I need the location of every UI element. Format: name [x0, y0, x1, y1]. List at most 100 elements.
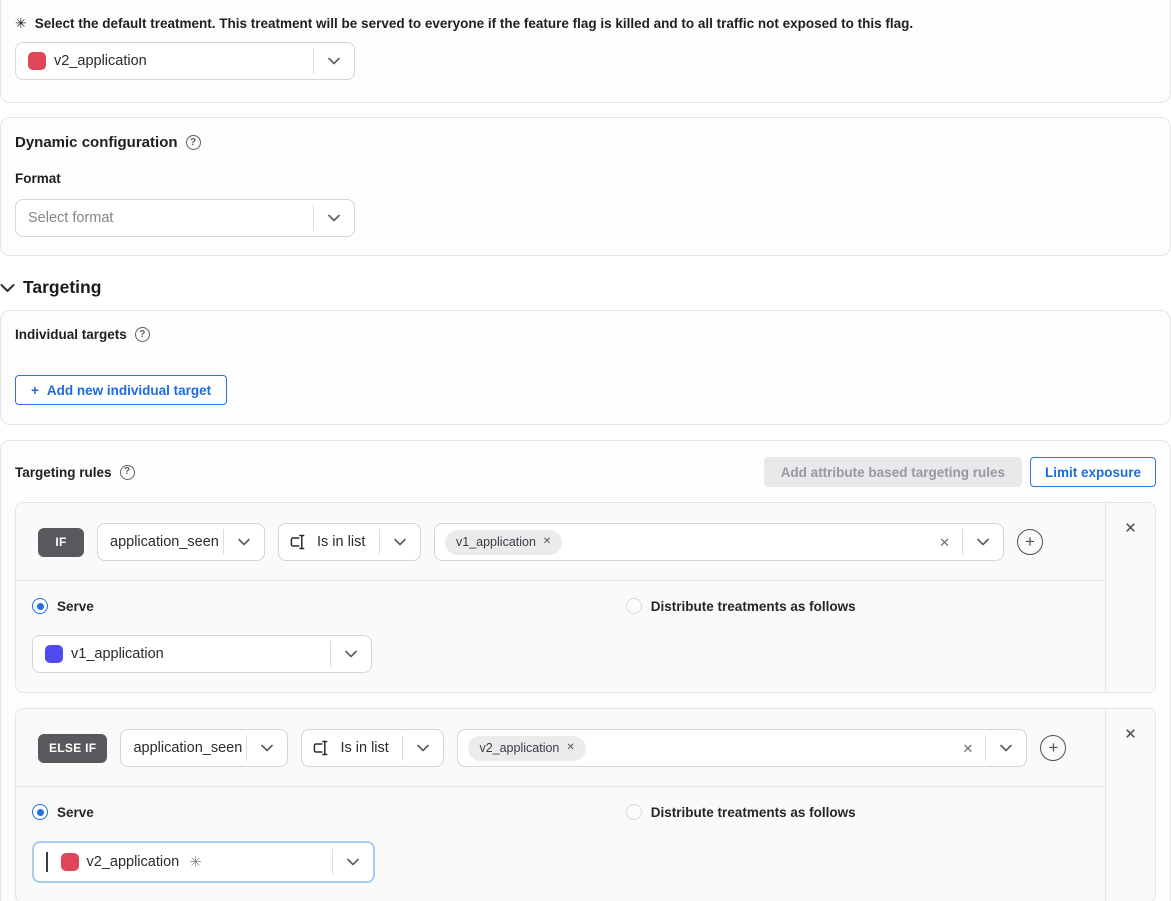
serve-treatment-value: v1_application — [45, 645, 330, 663]
serve-treatment-value: v2_application ✳ — [46, 852, 332, 872]
radio-unselected-icon[interactable] — [626, 598, 642, 614]
targeting-rules-header: Targeting rules ? Add attribute based ta… — [15, 457, 1156, 487]
value-list-input[interactable]: v1_application ✕ ✕ — [434, 523, 1004, 561]
condition-keyword-badge: ELSE IF — [38, 734, 107, 763]
default-treatment-text: v2_application — [54, 53, 147, 69]
clear-values-icon[interactable]: ✕ — [927, 536, 962, 549]
radio-selected-icon[interactable] — [32, 804, 48, 820]
matcher-dropdown[interactable]: Is in list — [278, 523, 421, 561]
serve-treatment-dropdown-focused[interactable]: v2_application ✳ — [32, 841, 375, 883]
help-icon[interactable]: ? — [120, 465, 135, 480]
rule-condition-row: ELSE IF application_seen — [16, 709, 1105, 787]
dropdown-controls — [223, 524, 264, 560]
plus-icon: + — [31, 383, 39, 398]
chevron-down-icon[interactable] — [247, 744, 287, 752]
value-chip: v2_application ✕ — [468, 736, 585, 761]
value-chip-text: v2_application — [479, 741, 559, 755]
rule-serve-area: Serve Distribute treatments as follows v… — [16, 581, 1105, 692]
default-treatment-dropdown[interactable]: v2_application — [15, 42, 355, 80]
clear-values-icon[interactable]: ✕ — [951, 742, 986, 755]
attribute-text: application_seen — [133, 740, 242, 756]
individual-targets-title: Individual targets — [15, 327, 127, 342]
rule-side-column: ✕ — [1105, 709, 1155, 901]
serve-treatment-text: v1_application — [71, 646, 164, 662]
distribute-radio-option[interactable]: Distribute treatments as follows — [626, 598, 856, 614]
serve-treatment-dropdown[interactable]: v1_application — [32, 635, 372, 673]
feature-flag-definition-page: ✳ Select the default treatment. This tre… — [0, 0, 1171, 901]
distribute-label: Distribute treatments as follows — [651, 805, 856, 820]
format-placeholder-text: Select format — [28, 210, 113, 226]
serve-options: Serve Distribute treatments as follows — [32, 804, 1105, 820]
add-condition-button[interactable]: + — [1040, 735, 1066, 761]
string-type-icon — [312, 738, 332, 758]
serve-radio-option[interactable]: Serve — [32, 804, 94, 820]
add-individual-target-label: Add new individual target — [47, 383, 211, 398]
rule-main: ELSE IF application_seen — [16, 709, 1105, 901]
serve-radio-option[interactable]: Serve — [32, 598, 94, 614]
delete-rule-icon[interactable]: ✕ — [1124, 727, 1137, 901]
default-treatment-marker-icon: ✳ — [189, 853, 202, 871]
format-dropdown[interactable]: Select format — [15, 199, 355, 237]
serve-label: Serve — [57, 805, 94, 820]
attribute-dropdown[interactable]: application_seen — [120, 729, 288, 767]
chevron-down-icon[interactable] — [403, 744, 443, 752]
distribute-label: Distribute treatments as follows — [651, 599, 856, 614]
add-individual-target-button[interactable]: + Add new individual target — [15, 375, 227, 405]
text-caret — [46, 852, 48, 872]
chevron-down-icon[interactable] — [314, 57, 354, 65]
radio-unselected-icon[interactable] — [626, 804, 642, 820]
chevron-down-icon[interactable] — [331, 650, 371, 658]
chevron-down-icon[interactable] — [224, 538, 264, 546]
dropdown-controls — [962, 524, 1003, 560]
chevron-down-icon[interactable] — [963, 538, 1003, 546]
help-icon[interactable]: ? — [186, 135, 201, 150]
attribute-value: application_seen — [110, 534, 223, 550]
help-icon[interactable]: ? — [135, 327, 150, 342]
matcher-dropdown[interactable]: Is in list — [301, 729, 444, 767]
condition-keyword-badge: IF — [38, 528, 84, 557]
default-treatment-description: Select the default treatment. This treat… — [35, 15, 913, 32]
treatment-color-swatch — [61, 853, 79, 871]
dynamic-configuration-title-row: Dynamic configuration ? — [15, 134, 1156, 151]
radio-selected-icon[interactable] — [32, 598, 48, 614]
dropdown-controls — [313, 43, 354, 79]
chevron-down-icon[interactable] — [986, 744, 1026, 752]
rule-serve-area: Serve Distribute treatments as follows v… — [16, 787, 1105, 901]
attribute-value: application_seen — [133, 740, 246, 756]
dropdown-controls — [313, 200, 354, 236]
targeting-section-header[interactable]: Targeting — [0, 277, 1171, 298]
rule-condition-row: IF application_seen — [16, 503, 1105, 581]
format-dropdown-value: Select format — [28, 210, 313, 226]
value-list-input[interactable]: v2_application ✕ ✕ — [457, 729, 1027, 767]
chevron-down-icon[interactable] — [380, 538, 420, 546]
dynamic-configuration-title: Dynamic configuration — [15, 134, 178, 151]
add-attribute-rules-button[interactable]: Add attribute based targeting rules — [764, 457, 1022, 487]
targeting-rules-actions: Add attribute based targeting rules Limi… — [764, 457, 1156, 487]
targeting-title: Targeting — [23, 277, 101, 298]
collapse-chevron-icon[interactable] — [0, 283, 15, 293]
targeting-rules-title-row: Targeting rules ? — [15, 465, 135, 480]
matcher-text: Is in list — [317, 534, 365, 550]
matcher-value: Is in list — [312, 738, 402, 758]
chevron-down-icon[interactable] — [314, 214, 354, 222]
rule-side-column: ✕ — [1105, 503, 1155, 692]
default-treatment-value: v2_application — [28, 52, 313, 70]
individual-targets-section: Individual targets ? + Add new individua… — [0, 310, 1171, 425]
attribute-text: application_seen — [110, 534, 219, 550]
attribute-dropdown[interactable]: application_seen — [97, 523, 265, 561]
rule-main: IF application_seen — [16, 503, 1105, 692]
chevron-down-icon[interactable] — [333, 858, 373, 866]
format-label: Format — [15, 171, 1156, 186]
default-treatment-asterisk-icon: ✳ — [15, 15, 27, 32]
dropdown-controls — [246, 730, 287, 766]
delete-rule-icon[interactable]: ✕ — [1124, 521, 1137, 692]
dynamic-configuration-section: Dynamic configuration ? Format Select fo… — [0, 117, 1171, 256]
treatment-color-swatch — [28, 52, 46, 70]
chip-remove-icon[interactable]: ✕ — [543, 537, 551, 547]
chip-remove-icon[interactable]: ✕ — [566, 743, 574, 753]
targeting-rules-title: Targeting rules — [15, 465, 112, 480]
matcher-value: Is in list — [289, 532, 379, 552]
limit-exposure-button[interactable]: Limit exposure — [1030, 457, 1156, 487]
add-condition-button[interactable]: + — [1017, 529, 1043, 555]
distribute-radio-option[interactable]: Distribute treatments as follows — [626, 804, 856, 820]
